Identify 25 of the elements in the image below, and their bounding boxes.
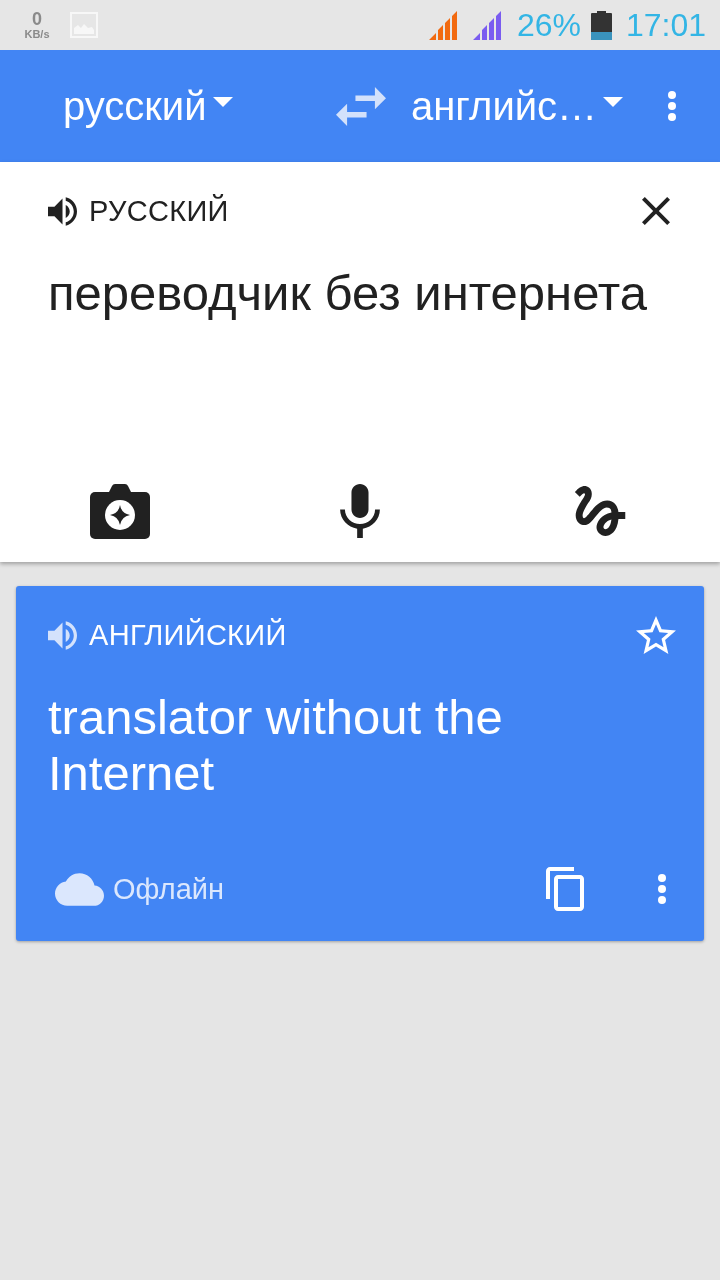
offline-status: Офлайн <box>113 872 225 906</box>
target-language-label: АНГЛИЙСКИЙ <box>89 618 287 652</box>
source-text-input[interactable]: переводчик без интернета <box>48 265 680 321</box>
target-language-dropdown[interactable]: английс… <box>411 83 624 129</box>
close-icon[interactable] <box>642 197 670 225</box>
network-speed-value: 0 <box>32 9 42 28</box>
caret-icon <box>603 97 624 107</box>
translation-text: translator without the Internet <box>48 689 504 801</box>
more-options-icon[interactable] <box>658 874 666 904</box>
network-speed-unit: KB/s <box>24 27 50 41</box>
source-language-dropdown[interactable]: русский <box>63 83 233 129</box>
source-language-label: РУССКИЙ <box>89 194 229 228</box>
swap-languages-icon[interactable] <box>336 86 386 126</box>
copy-icon[interactable] <box>546 867 584 911</box>
more-options-icon[interactable] <box>668 91 676 121</box>
microphone-icon[interactable] <box>340 484 380 538</box>
handwriting-icon[interactable] <box>574 486 626 536</box>
camera-icon[interactable] <box>90 483 150 539</box>
battery-percentage: 26% <box>516 7 581 43</box>
clock-time: 17:01 <box>625 7 706 43</box>
star-icon[interactable] <box>636 616 676 654</box>
battery-icon <box>590 10 612 40</box>
speaker-icon[interactable] <box>48 196 77 226</box>
caret-icon <box>212 97 233 107</box>
cloud-icon <box>55 872 104 906</box>
